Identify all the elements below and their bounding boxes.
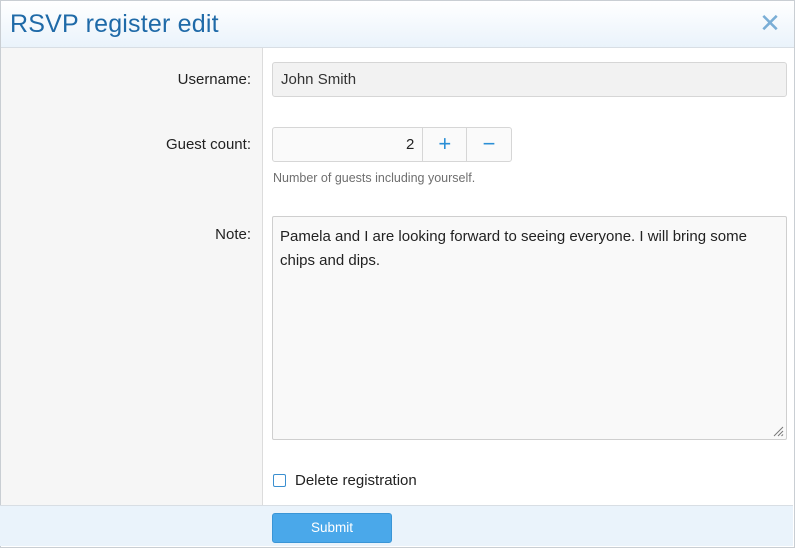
decrement-button[interactable]: − xyxy=(467,128,511,161)
username-label: Username: xyxy=(177,71,251,88)
resize-grip-icon[interactable] xyxy=(773,426,784,437)
note-textarea[interactable] xyxy=(272,216,787,440)
delete-registration-checkbox[interactable] xyxy=(273,474,286,487)
close-icon[interactable]: ✕ xyxy=(758,10,782,36)
guest-count-stepper: 2 + − xyxy=(272,127,512,162)
note-label: Note: xyxy=(215,226,251,243)
guest-count-hint: Number of guests including yourself. xyxy=(273,171,476,185)
submit-button[interactable]: Submit xyxy=(272,513,392,543)
label-column xyxy=(1,48,263,506)
dialog-header: RSVP register edit ✕ xyxy=(1,1,794,48)
guest-count-label: Guest count: xyxy=(165,136,251,153)
guest-count-input[interactable]: 2 xyxy=(273,128,424,161)
dialog-footer: Submit xyxy=(0,505,793,546)
increment-button[interactable]: + xyxy=(423,128,468,161)
username-field[interactable]: John Smith xyxy=(272,62,787,97)
dialog-title: RSVP register edit xyxy=(10,10,219,38)
delete-registration-label[interactable]: Delete registration xyxy=(295,472,417,489)
